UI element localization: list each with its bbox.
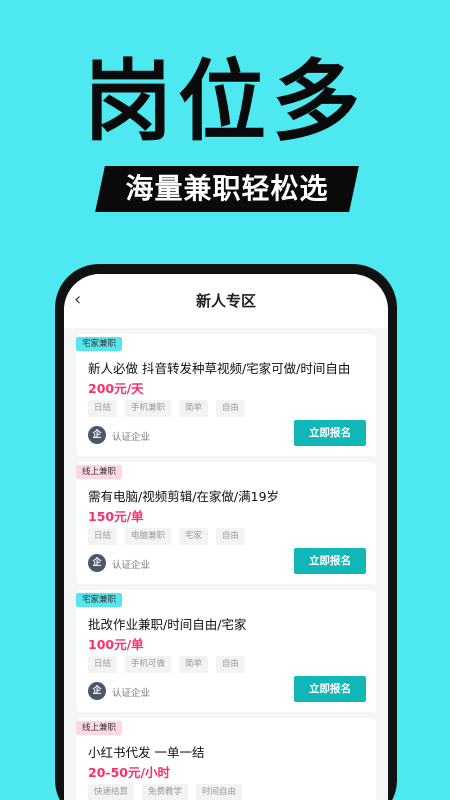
job-tag: 免费教学: [142, 784, 189, 800]
verified-company-icon: 企: [88, 682, 106, 700]
job-title: 小红书代发 一单一结: [88, 745, 205, 760]
job-card[interactable]: 线上兼职 需有电脑/视频剪辑/在家做/满19岁 150元/单 日结 电脑兼职 宅…: [76, 462, 376, 584]
phone-screen: ‹ 新人专区 宅家兼职 新人必做 抖音转发种草视频/宅家可做/时间自由 200元…: [64, 274, 388, 800]
job-tag: 宅家: [179, 528, 209, 545]
job-tag: 自由: [216, 656, 246, 673]
job-tag: 日结: [88, 400, 118, 417]
job-tag: 简单: [179, 400, 209, 417]
nav-bar: ‹ 新人专区: [64, 274, 388, 328]
job-tag: 时间自由: [196, 784, 243, 800]
job-tag: 日结: [88, 528, 118, 545]
job-tag: 快速结算: [88, 784, 135, 800]
job-tags: 快速结算 免费教学 时间自由: [88, 784, 243, 800]
job-title: 需有电脑/视频剪辑/在家做/满19岁: [88, 489, 280, 504]
apply-button[interactable]: 立即报名: [294, 548, 366, 574]
job-card[interactable]: 线上兼职 小红书代发 一单一结 20-50元/小时 快速结算 免费教学 时间自由: [76, 718, 376, 800]
job-tag: 日结: [88, 656, 118, 673]
verified-company-icon: 企: [88, 426, 106, 444]
job-tag: 自由: [216, 400, 246, 417]
company-label: 认证企业: [112, 560, 151, 571]
job-card[interactable]: 宅家兼职 新人必做 抖音转发种草视频/宅家可做/时间自由 200元/天 日结 手…: [76, 334, 376, 456]
hero-subheadline: 海量兼职轻松选: [125, 172, 329, 205]
job-salary: 200元/天: [88, 381, 144, 396]
job-tag: 手机可做: [125, 656, 172, 673]
job-badge: 宅家兼职: [76, 593, 123, 607]
job-tags: 日结 手机可做 简单 自由: [88, 656, 246, 673]
hero-headline: 岗位多: [83, 50, 366, 153]
job-badge: 线上兼职: [76, 465, 123, 479]
company-label: 认证企业: [112, 432, 151, 443]
job-tag: 自由: [216, 528, 246, 545]
verified-company-icon: 企: [88, 554, 106, 572]
job-salary: 150元/单: [88, 509, 144, 524]
company-label: 认证企业: [112, 688, 151, 699]
job-title: 新人必做 抖音转发种草视频/宅家可做/时间自由: [88, 361, 351, 376]
job-badge: 宅家兼职: [76, 337, 123, 351]
job-badge: 线上兼职: [76, 721, 123, 735]
job-tags: 日结 电脑兼职 宅家 自由: [88, 528, 246, 545]
apply-button[interactable]: 立即报名: [294, 676, 366, 702]
job-card[interactable]: 宅家兼职 批改作业兼职/时间自由/宅家 100元/单 日结 手机可做 简单 自由…: [76, 590, 376, 712]
job-title: 批改作业兼职/时间自由/宅家: [88, 617, 247, 632]
job-tag: 手机兼职: [125, 400, 172, 417]
apply-button[interactable]: 立即报名: [294, 420, 366, 446]
job-salary: 100元/单: [88, 637, 144, 652]
page-title: 新人专区: [195, 292, 256, 310]
job-tag: 简单: [179, 656, 209, 673]
job-tags: 日结 手机兼职 简单 自由: [88, 400, 246, 417]
job-tag: 电脑兼职: [125, 528, 172, 545]
job-salary: 20-50元/小时: [88, 765, 171, 780]
